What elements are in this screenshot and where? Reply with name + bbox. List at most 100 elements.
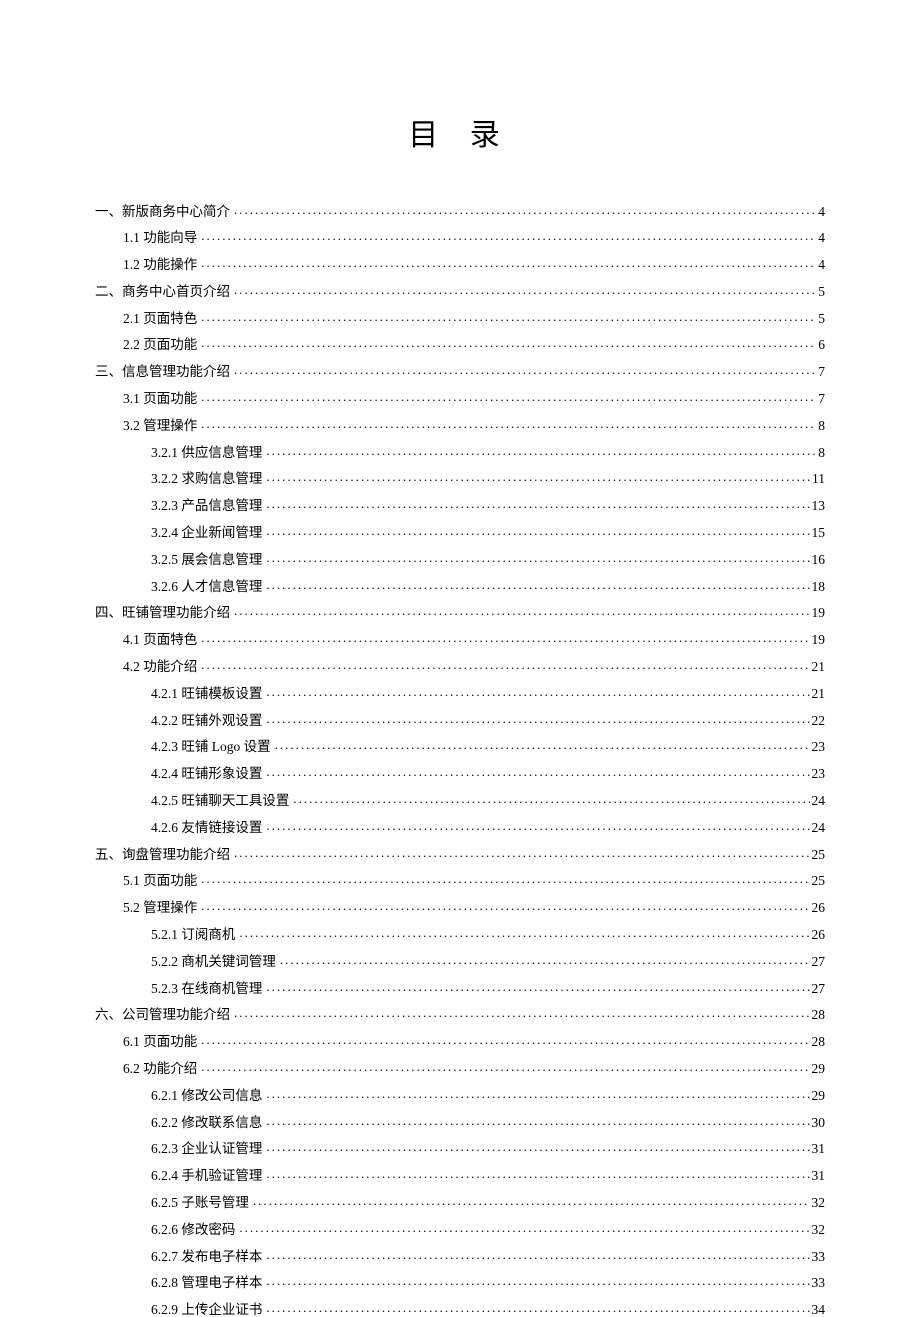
toc-entry[interactable]: 二、商务中心首页介绍5 [95, 282, 825, 298]
toc-page-number: 22 [810, 714, 826, 728]
toc-entry[interactable]: 6.2.2 修改联系信息30 [95, 1113, 825, 1129]
toc-entry[interactable]: 3.2.1 供应信息管理 8 [95, 443, 825, 459]
toc-leader-dots [266, 1140, 809, 1154]
toc-page-number: 28 [810, 1035, 826, 1049]
toc-entry[interactable]: 6.2.7 发布电子样本33 [95, 1247, 825, 1263]
toc-entry[interactable]: 3.2.3 产品信息管理 13 [95, 497, 825, 513]
toc-page-number: 15 [810, 526, 826, 540]
page-title: 目 录 [95, 110, 825, 154]
toc-entry[interactable]: 4.2.4 旺铺形象设置 23 [95, 765, 825, 781]
toc-page-number: 34 [810, 1303, 826, 1317]
toc-label: 5.2.2 商机关键词管理 [151, 955, 280, 969]
toc-entry[interactable]: 4.2.3 旺铺 Logo 设置23 [95, 738, 825, 754]
toc-label: 6.2.5 子账号管理 [151, 1196, 253, 1210]
toc-leader-dots [266, 470, 810, 484]
toc-label: 4.2.1 旺铺模板设置 [151, 687, 266, 701]
toc-entry[interactable]: 2.1 页面特色5 [95, 309, 825, 325]
toc-entry[interactable]: 4.2.5 旺铺聊天工具设置 24 [95, 792, 825, 808]
toc-entry[interactable]: 5.1 页面功能25 [95, 872, 825, 888]
toc-entry[interactable]: 6.1 页面功能 28 [95, 1033, 825, 1049]
toc-entry[interactable]: 6.2.8 管理电子样本33 [95, 1274, 825, 1290]
toc-page-number: 28 [810, 1008, 826, 1022]
toc-entry[interactable]: 3.2.2 求购信息管理11 [95, 470, 825, 486]
toc-label: 6.1 页面功能 [123, 1035, 201, 1049]
toc-label: 4.2.4 旺铺形象设置 [151, 767, 266, 781]
toc-entry[interactable]: 3.2.5 展会信息管理16 [95, 550, 825, 566]
toc-page-number: 13 [810, 499, 826, 513]
toc-page-number: 25 [810, 848, 826, 862]
toc-leader-dots [234, 282, 816, 296]
toc-entry[interactable]: 4.2.6 友情链接设置24 [95, 818, 825, 834]
toc-entry[interactable]: 六、公司管理功能介绍28 [95, 1006, 825, 1022]
toc-entry[interactable]: 6.2.1 修改公司信息29 [95, 1086, 825, 1102]
toc-label: 一、新版商务中心简介 [95, 205, 234, 219]
toc-entry[interactable]: 3.2.6 人才信息管理 18 [95, 577, 825, 593]
toc-leader-dots [239, 926, 809, 940]
toc-page-number: 4 [816, 205, 825, 219]
toc-page-number: 33 [810, 1250, 826, 1264]
toc-entry[interactable]: 6.2 功能介绍29 [95, 1060, 825, 1076]
toc-page-number: 8 [816, 446, 825, 460]
toc-entry[interactable]: 4.2 功能介绍21 [95, 658, 825, 674]
toc-leader-dots [266, 1167, 809, 1181]
toc-page-number: 19 [810, 633, 826, 647]
toc-entry[interactable]: 4.2.2 旺铺外观设置22 [95, 711, 825, 727]
toc-entry[interactable]: 5.2.3 在线商机管理27 [95, 979, 825, 995]
toc-page-number: 4 [816, 258, 825, 272]
toc-page-number: 26 [810, 928, 826, 942]
toc-page-number: 5 [816, 312, 825, 326]
toc-leader-dots [266, 1301, 809, 1315]
toc-label: 6.2.2 修改联系信息 [151, 1116, 266, 1130]
toc-leader-dots [201, 1060, 809, 1074]
toc-entry[interactable]: 6.2.5 子账号管理32 [95, 1193, 825, 1209]
toc-entry[interactable]: 6.2.6 修改密码32 [95, 1220, 825, 1236]
toc-label: 5.2 管理操作 [123, 901, 201, 915]
toc-entry[interactable]: 6.2.4 手机验证管理31 [95, 1167, 825, 1183]
toc-label: 3.2.6 人才信息管理 [151, 580, 266, 594]
toc-label: 3.1 页面功能 [123, 392, 201, 406]
toc-leader-dots [234, 845, 810, 859]
toc-entry[interactable]: 1.1 功能向导4 [95, 229, 825, 245]
toc-label: 3.2.3 产品信息管理 [151, 499, 266, 513]
toc-leader-dots [266, 765, 809, 779]
toc-entry[interactable]: 5.2.2 商机关键词管理27 [95, 952, 825, 968]
toc-label: 5.1 页面功能 [123, 874, 201, 888]
toc-entry[interactable]: 6.2.9 上传企业证书 34 [95, 1301, 825, 1317]
toc-leader-dots [266, 684, 809, 698]
toc-leader-dots [234, 202, 816, 216]
toc-leader-dots [201, 229, 816, 243]
toc-entry[interactable]: 四、旺铺管理功能介绍19 [95, 604, 825, 620]
toc-page-number: 18 [810, 580, 826, 594]
toc-entry[interactable]: 1.2 功能操作4 [95, 256, 825, 272]
toc-label: 4.2.5 旺铺聊天工具设置 [151, 794, 293, 808]
toc-page-number: 32 [810, 1223, 826, 1237]
toc-entry[interactable]: 5.2 管理操作26 [95, 899, 825, 915]
toc-label: 4.2 功能介绍 [123, 660, 201, 674]
toc-label: 6.2.8 管理电子样本 [151, 1276, 266, 1290]
toc-entry[interactable]: 3.2 管理操作8 [95, 416, 825, 432]
toc-entry[interactable]: 6.2.3 企业认证管理31 [95, 1140, 825, 1156]
toc-entry[interactable]: 五、询盘管理功能介绍25 [95, 845, 825, 861]
toc-label: 3.2.1 供应信息管理 [151, 446, 266, 460]
toc-entry[interactable]: 5.2.1 订阅商机26 [95, 926, 825, 942]
toc-page-number: 24 [810, 821, 826, 835]
toc-leader-dots [266, 497, 809, 511]
toc-entry[interactable]: 2.2 页面功能6 [95, 336, 825, 352]
toc-entry[interactable]: 3.2.4 企业新闻管理15 [95, 524, 825, 540]
toc-page-number: 24 [810, 794, 826, 808]
toc-label: 6.2.3 企业认证管理 [151, 1142, 266, 1156]
toc-label: 6.2.9 上传企业证书 [151, 1303, 266, 1317]
toc-page-number: 16 [810, 553, 826, 567]
toc-page-number: 7 [816, 392, 825, 406]
toc-leader-dots [201, 631, 809, 645]
toc-entry[interactable]: 4.1 页面特色19 [95, 631, 825, 647]
toc-leader-dots [201, 390, 816, 404]
toc-entry[interactable]: 一、新版商务中心简介 4 [95, 202, 825, 218]
toc-entry[interactable]: 4.2.1 旺铺模板设置21 [95, 684, 825, 700]
toc-label: 3.2.2 求购信息管理 [151, 472, 266, 486]
toc-label: 4.2.3 旺铺 Logo 设置 [151, 740, 275, 754]
toc-entry[interactable]: 3.1 页面功能 7 [95, 390, 825, 406]
toc-page-number: 23 [810, 767, 826, 781]
toc-entry[interactable]: 三、信息管理功能介绍7 [95, 363, 825, 379]
toc-leader-dots [201, 899, 809, 913]
